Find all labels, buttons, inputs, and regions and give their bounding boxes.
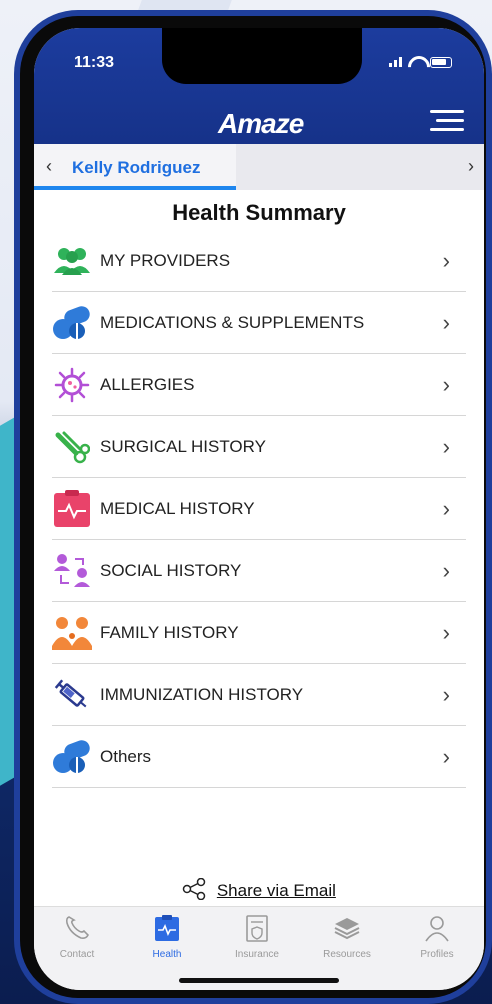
list-item-immunization[interactable]: IMMUNIZATION HISTORY › [52, 664, 466, 726]
app-header: 11:33 Amaze [34, 28, 484, 144]
tab-profiles[interactable]: Profiles [402, 913, 472, 960]
item-label: FAMILY HISTORY [100, 622, 239, 642]
list-item-surgical[interactable]: SURGICAL HISTORY › [52, 416, 466, 478]
item-label: SOCIAL HISTORY [100, 560, 242, 580]
status-time: 11:33 [74, 54, 115, 71]
notch [162, 28, 362, 84]
chevron-right-icon: › [442, 619, 450, 645]
item-label: MEDICATIONS & SUPPLEMENTS [100, 312, 365, 332]
chevron-right-icon: › [442, 433, 450, 459]
pills-icon [52, 739, 92, 775]
chevron-left-icon[interactable]: ‹ [46, 156, 52, 177]
chevron-right-icon[interactable]: › [468, 156, 474, 177]
signal-icon [389, 57, 402, 67]
layers-icon [312, 913, 382, 947]
battery-icon [430, 56, 452, 68]
chevron-right-icon: › [442, 371, 450, 397]
list-item-family[interactable]: FAMILY HISTORY › [52, 602, 466, 664]
tab-health[interactable]: Health [132, 913, 202, 960]
chevron-right-icon: › [442, 681, 450, 707]
virus-icon [52, 367, 92, 403]
profile-switcher: ‹ Kelly Rodriguez › [34, 144, 484, 190]
scissors-icon [52, 429, 92, 465]
tab-label: Insurance [235, 949, 279, 960]
list-item-medical[interactable]: MEDICAL HISTORY › [52, 478, 466, 540]
health-icon [132, 913, 202, 947]
pills-icon [52, 305, 92, 341]
clipboard-icon [52, 489, 92, 527]
profile-name[interactable]: Kelly Rodriguez [72, 158, 200, 178]
tab-resources[interactable]: Resources [312, 913, 382, 960]
page-title: Health Summary [172, 200, 346, 225]
tab-contact[interactable]: Contact [42, 913, 112, 960]
tab-insurance[interactable]: Insurance [222, 913, 292, 960]
list-item-others[interactable]: Others › [52, 726, 466, 788]
phone-icon [42, 913, 112, 947]
syringe-icon [52, 677, 92, 713]
item-label: ALLERGIES [100, 374, 195, 394]
home-indicator[interactable] [179, 978, 339, 983]
chevron-right-icon: › [442, 557, 450, 583]
item-label: SURGICAL HISTORY [100, 436, 266, 456]
status-icons [389, 56, 452, 68]
list-item-social[interactable]: SOCIAL HISTORY › [52, 540, 466, 602]
family-icon [52, 615, 92, 651]
app-logo: Amaze [218, 108, 304, 139]
wifi-icon [408, 56, 424, 68]
share-icon [182, 877, 206, 905]
tab-label: Resources [323, 949, 371, 960]
app-screen: 11:33 Amaze ‹ Kelly Rodriguez › Health S… [34, 28, 484, 990]
list-item-providers[interactable]: MY PROVIDERS › [52, 230, 466, 292]
chevron-right-icon: › [442, 495, 450, 521]
chevron-right-icon: › [442, 743, 450, 769]
active-indicator [34, 186, 236, 190]
tab-label: Profiles [420, 949, 454, 960]
providers-icon [52, 243, 92, 279]
user-icon [402, 913, 472, 947]
social-icon [52, 553, 92, 589]
menu-icon[interactable] [430, 110, 464, 134]
health-summary-list: MY PROVIDERS › MEDICATIONS & SUPPLEMENTS… [52, 230, 466, 788]
chevron-right-icon: › [442, 309, 450, 335]
share-link[interactable]: Share via Email [217, 881, 336, 900]
item-label: MY PROVIDERS [100, 250, 231, 270]
profile-tab[interactable]: ‹ Kelly Rodriguez [34, 144, 236, 190]
tab-label: Contact [59, 949, 95, 960]
tab-label: Health [152, 949, 182, 960]
item-label: MEDICAL HISTORY [100, 498, 255, 518]
share-via-email[interactable]: Share via Email [34, 877, 484, 905]
item-label: Others [100, 746, 152, 766]
chevron-right-icon: › [442, 247, 450, 273]
item-label: IMMUNIZATION HISTORY [100, 684, 304, 704]
list-item-allergies[interactable]: ALLERGIES › [52, 354, 466, 416]
insurance-icon [222, 913, 292, 947]
list-item-medications[interactable]: MEDICATIONS & SUPPLEMENTS › [52, 292, 466, 354]
